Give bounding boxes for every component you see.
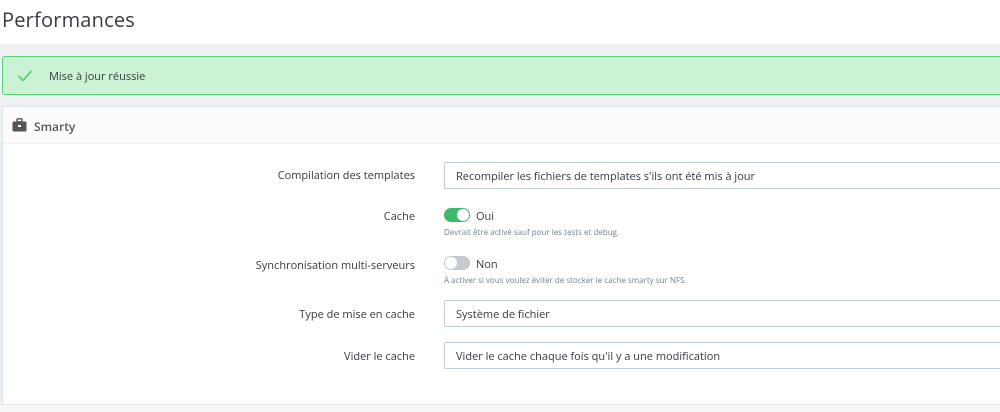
- multi-server-help-text: À activer si vous voulez éviter de stock…: [444, 275, 687, 286]
- multi-server-label: Synchronisation multi-serveurs: [255, 258, 415, 273]
- cache-type-label: Type de mise en cache: [299, 307, 415, 322]
- cache-label: Cache: [383, 209, 415, 224]
- panel-title: Smarty: [34, 118, 76, 135]
- multi-server-toggle-label: Non: [476, 257, 498, 272]
- cache-help-text: Devrait être activé sauf pour les tests …: [444, 227, 620, 238]
- cache-toggle[interactable]: [444, 208, 470, 222]
- compilation-select[interactable]: Recompiler les fichiers de templates s'i…: [444, 162, 1000, 189]
- alert-message: Mise à jour réussie: [49, 69, 146, 84]
- toggle-knob: [457, 209, 469, 221]
- briefcase-icon: [12, 118, 27, 132]
- success-alert: Mise à jour réussie: [2, 56, 1000, 95]
- cache-toggle-label: Oui: [476, 209, 495, 224]
- clear-cache-select[interactable]: Vider le cache chaque fois qu'il y a une…: [444, 342, 1000, 369]
- cache-type-select[interactable]: Système de fichier: [444, 300, 1000, 327]
- panel-heading: Smarty: [3, 107, 1000, 144]
- clear-cache-label: Vider le cache: [344, 349, 415, 364]
- page-header: Performances: [0, 0, 1000, 44]
- compilation-label: Compilation des templates: [277, 168, 415, 183]
- page-title: Performances: [2, 6, 136, 33]
- toggle-knob: [445, 257, 457, 269]
- multi-server-toggle[interactable]: [444, 256, 470, 270]
- panel-footer: [0, 404, 1000, 412]
- check-icon: [18, 70, 32, 82]
